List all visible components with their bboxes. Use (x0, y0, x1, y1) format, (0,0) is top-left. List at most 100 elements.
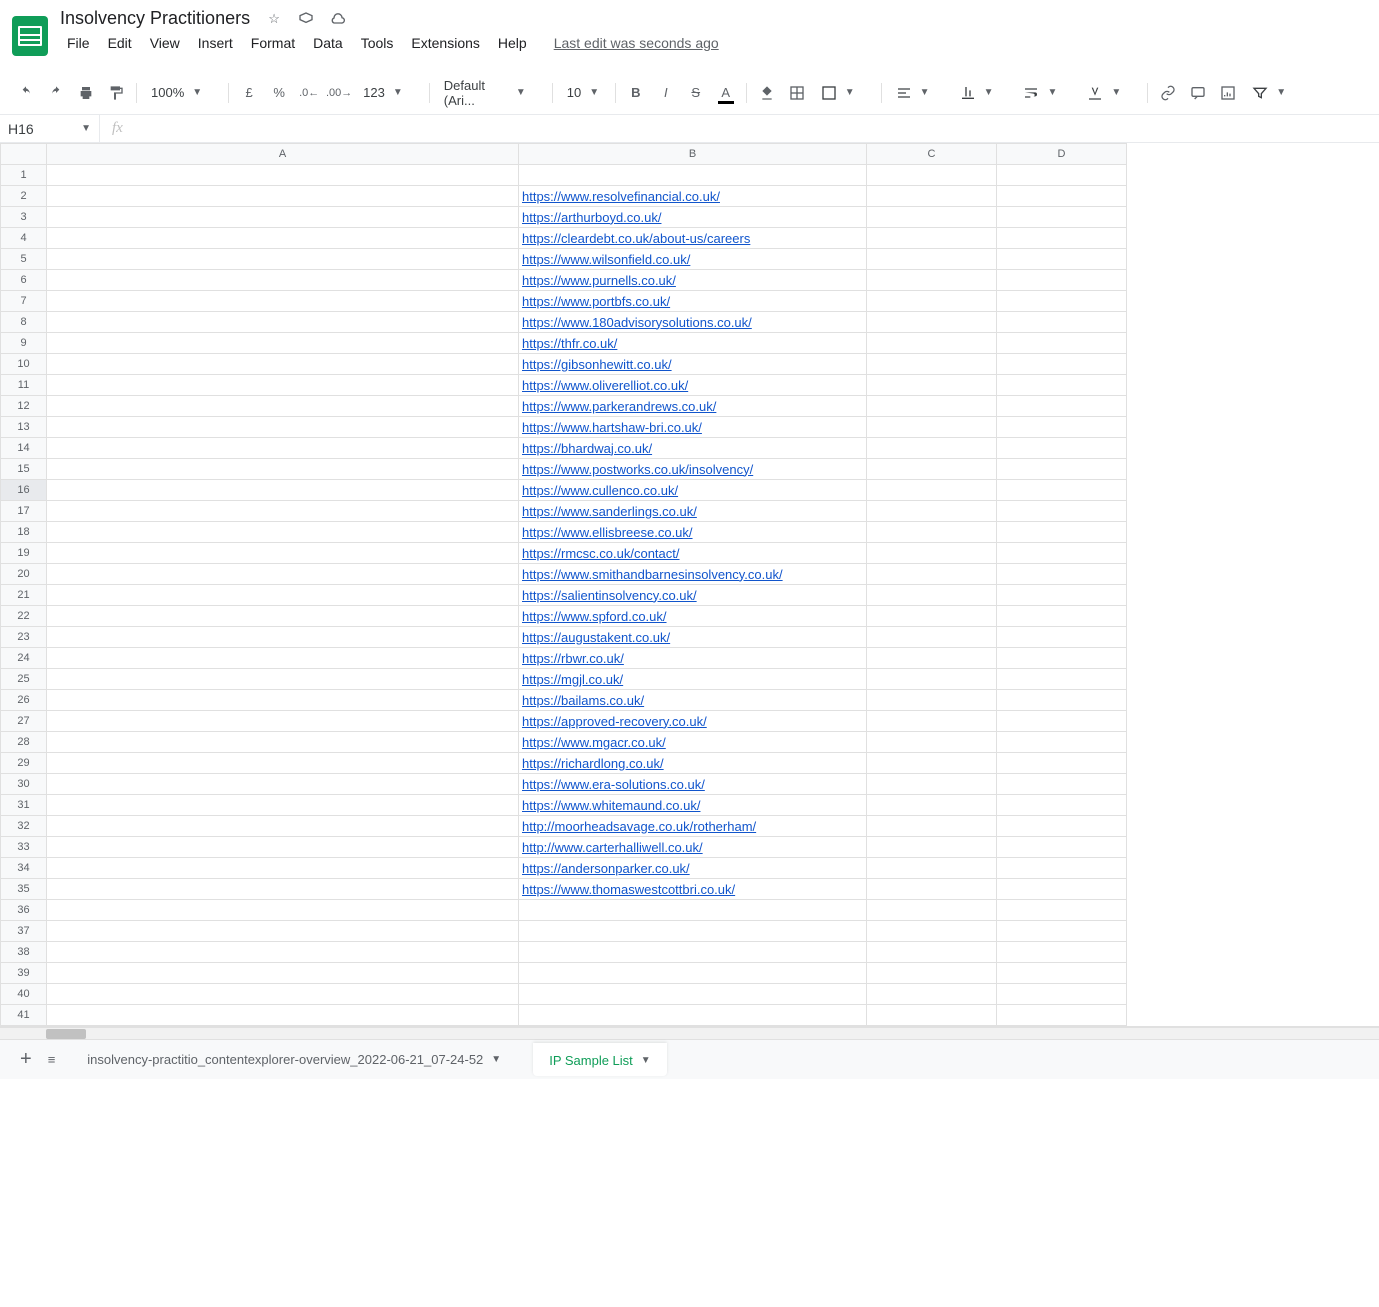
row-header[interactable]: 6 (1, 270, 47, 291)
cell[interactable] (47, 249, 519, 270)
cell[interactable] (997, 627, 1127, 648)
cell[interactable] (867, 900, 997, 921)
sheet-tab-1[interactable]: insolvency-practitio_contentexplorer-ove… (71, 1044, 517, 1075)
print-button[interactable] (72, 79, 100, 107)
cell[interactable] (997, 711, 1127, 732)
cell[interactable] (867, 522, 997, 543)
cell[interactable] (867, 711, 997, 732)
cell[interactable] (997, 732, 1127, 753)
cell[interactable] (47, 354, 519, 375)
cell[interactable] (519, 1005, 867, 1026)
cell[interactable] (867, 669, 997, 690)
cell[interactable] (519, 165, 867, 186)
cell[interactable] (47, 837, 519, 858)
font-select[interactable]: Default (Ari...▼ (436, 80, 546, 106)
cell[interactable]: https://arthurboyd.co.uk/ (519, 207, 867, 228)
cell[interactable] (867, 186, 997, 207)
cell[interactable] (47, 543, 519, 564)
row-header[interactable]: 18 (1, 522, 47, 543)
cell[interactable]: https://gibsonhewitt.co.uk/ (519, 354, 867, 375)
cell[interactable] (997, 816, 1127, 837)
row-header[interactable]: 5 (1, 249, 47, 270)
zoom-select[interactable]: 100%▼ (143, 80, 222, 106)
cell[interactable] (47, 270, 519, 291)
cell[interactable] (867, 417, 997, 438)
cell[interactable] (867, 627, 997, 648)
row-header[interactable]: 4 (1, 228, 47, 249)
cell[interactable] (47, 900, 519, 921)
cell[interactable] (867, 963, 997, 984)
row-header[interactable]: 17 (1, 501, 47, 522)
cell[interactable] (997, 438, 1127, 459)
cell[interactable] (997, 375, 1127, 396)
cell[interactable] (519, 921, 867, 942)
cell[interactable]: https://www.resolvefinancial.co.uk/ (519, 186, 867, 207)
cell[interactable] (47, 711, 519, 732)
row-header[interactable]: 8 (1, 312, 47, 333)
cell[interactable] (997, 459, 1127, 480)
sheet-tab-2[interactable]: IP Sample List▼ (533, 1043, 667, 1076)
sheets-logo-icon[interactable] (12, 16, 48, 56)
cell[interactable] (47, 963, 519, 984)
cell[interactable]: https://www.postworks.co.uk/insolvency/ (519, 459, 867, 480)
cell[interactable] (867, 501, 997, 522)
cell[interactable]: https://approved-recovery.co.uk/ (519, 711, 867, 732)
row-header[interactable]: 23 (1, 627, 47, 648)
column-header-c[interactable]: C (867, 144, 997, 165)
cell[interactable] (47, 186, 519, 207)
row-header[interactable]: 30 (1, 774, 47, 795)
cell[interactable] (867, 837, 997, 858)
cell[interactable] (997, 963, 1127, 984)
cell[interactable] (867, 543, 997, 564)
horizontal-scrollbar[interactable] (0, 1027, 1379, 1039)
cell[interactable]: https://www.smithandbarnesinsolvency.co.… (519, 564, 867, 585)
cell[interactable]: https://richardlong.co.uk/ (519, 753, 867, 774)
row-header[interactable]: 9 (1, 333, 47, 354)
undo-button[interactable] (12, 79, 40, 107)
cell[interactable] (997, 333, 1127, 354)
row-header[interactable]: 19 (1, 543, 47, 564)
cell[interactable]: http://moorheadsavage.co.uk/rotherham/ (519, 816, 867, 837)
cell[interactable] (997, 879, 1127, 900)
cell[interactable] (867, 753, 997, 774)
cell[interactable] (997, 921, 1127, 942)
row-header[interactable]: 41 (1, 1005, 47, 1026)
move-icon[interactable] (296, 9, 316, 29)
row-header[interactable]: 36 (1, 900, 47, 921)
cell[interactable] (997, 585, 1127, 606)
row-header[interactable]: 31 (1, 795, 47, 816)
menu-format[interactable]: Format (244, 31, 302, 55)
cell[interactable] (47, 396, 519, 417)
increase-decimal-button[interactable]: .00→ (325, 79, 353, 107)
cell[interactable] (867, 732, 997, 753)
row-header[interactable]: 33 (1, 837, 47, 858)
cell[interactable] (867, 459, 997, 480)
row-header[interactable]: 12 (1, 396, 47, 417)
cell[interactable] (997, 354, 1127, 375)
row-header[interactable]: 3 (1, 207, 47, 228)
borders-button[interactable] (783, 79, 811, 107)
cell[interactable]: https://www.spford.co.uk/ (519, 606, 867, 627)
row-header[interactable]: 29 (1, 753, 47, 774)
cell[interactable] (867, 921, 997, 942)
menu-file[interactable]: File (60, 31, 97, 55)
column-header-d[interactable]: D (997, 144, 1127, 165)
cell[interactable] (47, 480, 519, 501)
menu-extensions[interactable]: Extensions (404, 31, 486, 55)
cell[interactable] (997, 669, 1127, 690)
row-header[interactable]: 15 (1, 459, 47, 480)
cell[interactable]: https://www.wilsonfield.co.uk/ (519, 249, 867, 270)
cell[interactable] (47, 774, 519, 795)
cell[interactable] (997, 690, 1127, 711)
cell[interactable] (867, 816, 997, 837)
cell[interactable] (47, 606, 519, 627)
row-header[interactable]: 22 (1, 606, 47, 627)
cell[interactable]: http://www.carterhalliwell.co.uk/ (519, 837, 867, 858)
cell[interactable] (47, 207, 519, 228)
font-size-select[interactable]: 10▼ (559, 80, 609, 106)
more-formats-select[interactable]: 123▼ (355, 80, 423, 106)
cell[interactable] (47, 501, 519, 522)
cell[interactable]: https://www.mgacr.co.uk/ (519, 732, 867, 753)
add-sheet-button[interactable]: + (20, 1048, 32, 1071)
cell[interactable] (997, 942, 1127, 963)
